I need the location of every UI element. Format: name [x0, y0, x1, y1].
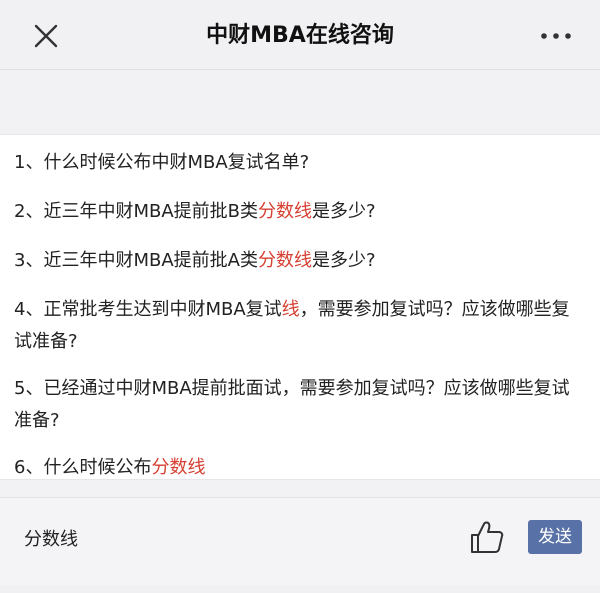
- question-item-1[interactable]: 1、什么时候公布中财MBA复试名单?: [14, 147, 582, 179]
- thumbs-up-icon: [471, 521, 504, 553]
- keyword-highlight: 分数线: [257, 250, 312, 271]
- question-item-5[interactable]: 5、已经通过中财MBA提前批面试，需要参加复试吗？应该做哪些复试准备?: [14, 373, 582, 437]
- question-item-2[interactable]: 2、近三年中财MBA提前批B类分数线是多少?: [14, 196, 582, 228]
- keyword-highlight: 分数线: [258, 201, 312, 222]
- suggestion-card: 1、什么时候公布中财MBA复试名单? 2、近三年中财MBA提前批B类分数线是多少…: [0, 134, 600, 480]
- question-text: 2、近三年中财MBA提前批B类: [14, 201, 258, 222]
- like-button[interactable]: [468, 518, 506, 556]
- keyword-highlight: 线: [281, 299, 300, 320]
- header-bar: 中财MBA在线咨询: [0, 0, 600, 70]
- question-text: 6、什么时候公布: [14, 457, 152, 478]
- question-item-6[interactable]: 6、什么时候公布分数线: [14, 452, 582, 484]
- question-item-3[interactable]: 3、近三年中财MBA提前批A类分数线是多少?: [14, 245, 582, 277]
- question-text: 1、什么时候公布中财MBA复试名单?: [14, 152, 310, 173]
- more-dots-icon: [541, 33, 571, 39]
- question-text: 是多少?: [312, 201, 376, 222]
- message-input[interactable]: [24, 526, 404, 554]
- question-text: 4、正常批考生达到中财MBA复试: [14, 299, 282, 320]
- input-bar: 发送: [0, 497, 600, 585]
- question-text: 3、近三年中财MBA提前批A类: [14, 250, 258, 271]
- page-title: 中财MBA在线咨询: [206, 23, 394, 48]
- send-button[interactable]: 发送: [528, 520, 582, 554]
- bottom-edge: [0, 586, 600, 593]
- question-text: 5、已经通过中财MBA提前批面试，需要参加复试吗？应该做哪些复试准备?: [14, 378, 570, 431]
- keyword-highlight: 分数线: [151, 457, 206, 478]
- question-text: 是多少?: [311, 250, 376, 271]
- question-item-4[interactable]: 4、正常批考生达到中财MBA复试线，需要参加复试吗？应该做哪些复试准备?: [14, 294, 582, 358]
- more-button[interactable]: [536, 22, 576, 50]
